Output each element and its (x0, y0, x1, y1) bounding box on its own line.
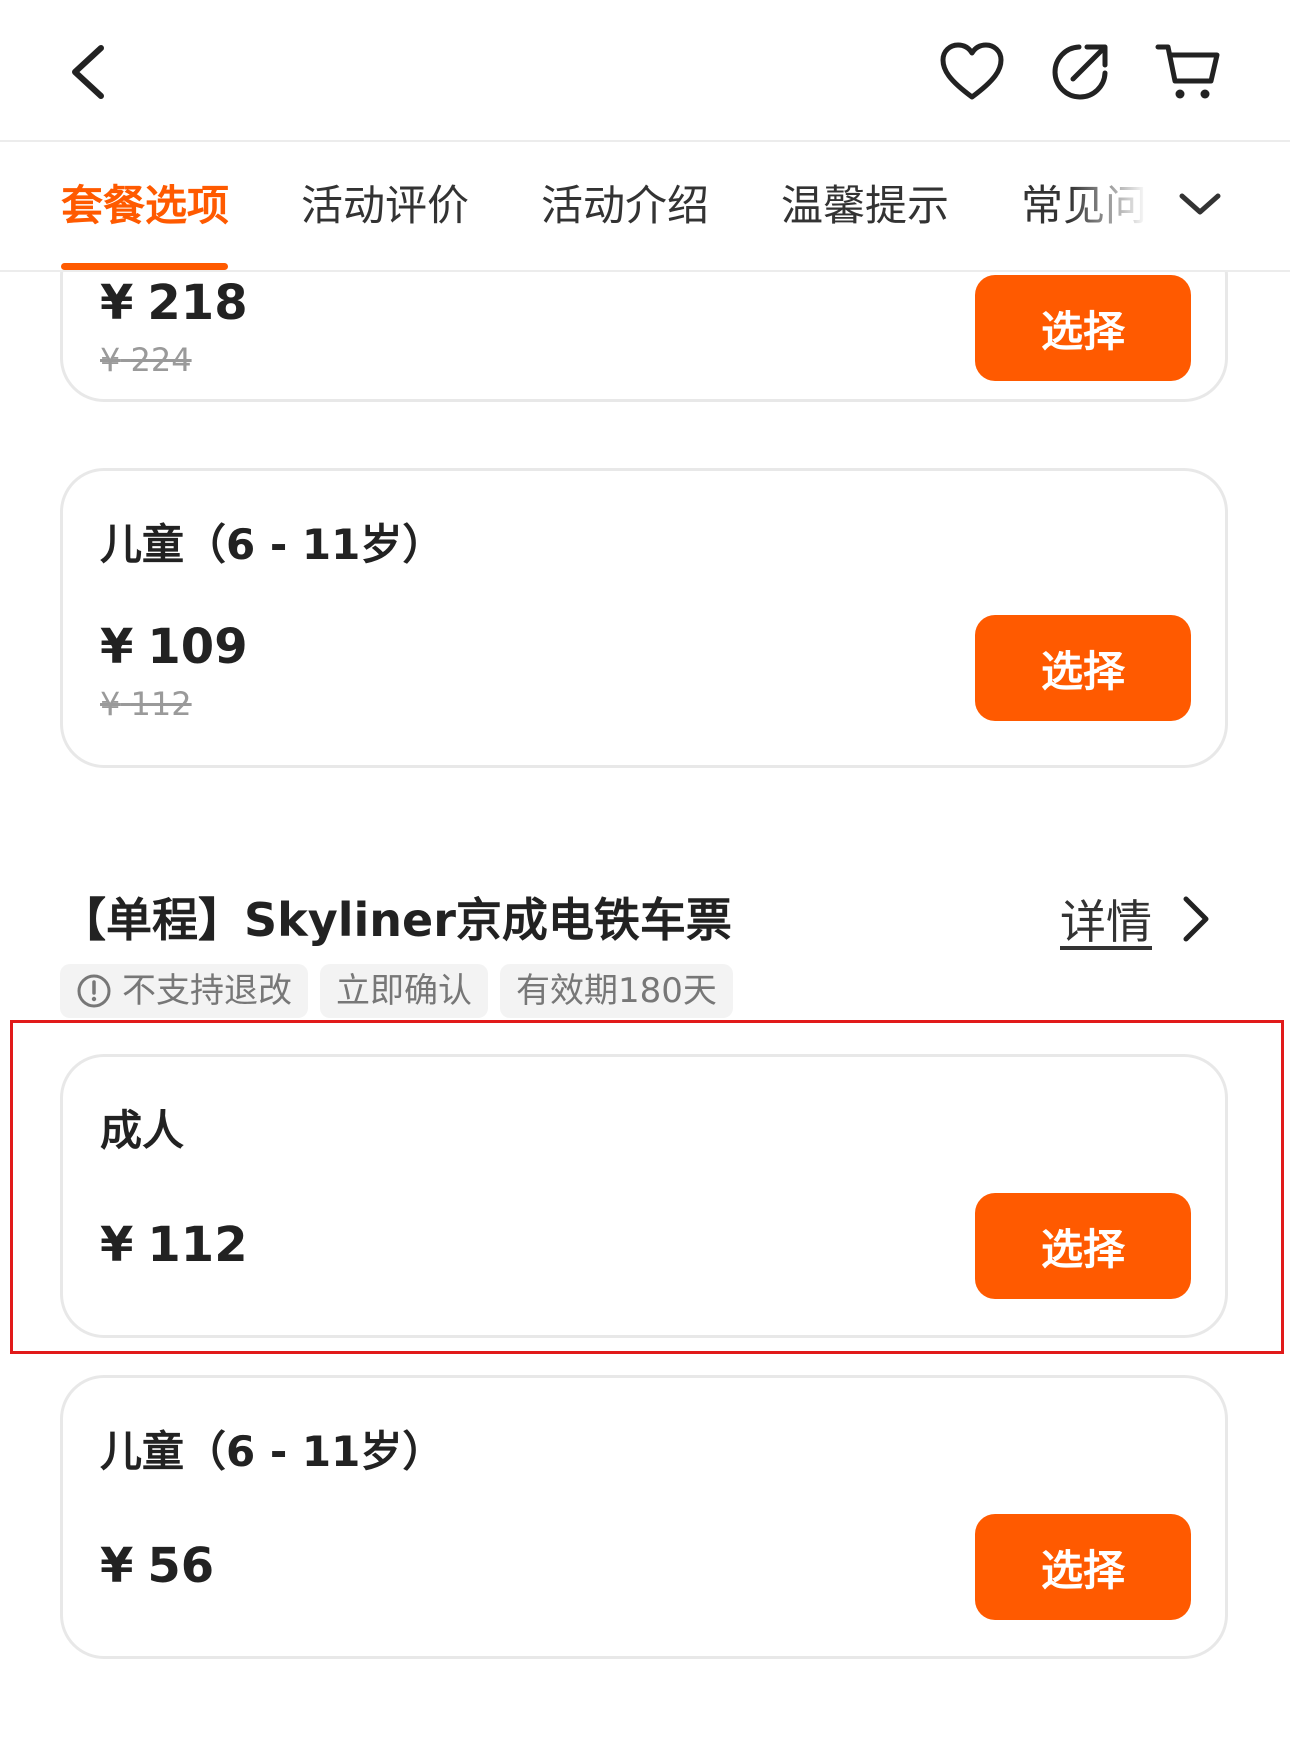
tag-label: 不支持退改 (122, 971, 292, 1011)
details-label: 详情 (1060, 895, 1152, 949)
tab-package-options[interactable]: 套餐选项 (61, 176, 229, 236)
original-price-value: 112 (130, 685, 192, 723)
original-price: ¥ 112 (100, 685, 192, 723)
ticket-type-label: 儿童（6 - 11岁） (100, 1427, 445, 1476)
select-button[interactable]: 选择 (975, 615, 1191, 721)
active-tab-indicator (61, 263, 228, 270)
price-value: 109 (147, 619, 248, 675)
price: ¥109 (100, 619, 248, 675)
share-button[interactable] (1040, 32, 1120, 112)
price: ¥112 (100, 1217, 248, 1273)
original-price-value: 224 (130, 341, 192, 379)
details-link[interactable]: 详情 (1060, 886, 1216, 952)
tab-tips[interactable]: 温馨提示 (781, 176, 949, 236)
ticket-card: 儿童（6 - 11岁） ¥56 选择 (60, 1375, 1228, 1659)
price-value: 56 (147, 1538, 215, 1594)
currency-symbol: ¥ (100, 341, 121, 379)
price-value: 112 (147, 1217, 248, 1273)
tab-bar: 套餐选项 活动评价 活动介绍 温馨提示 常见问 (0, 142, 1290, 272)
currency-symbol: ¥ (100, 1217, 134, 1273)
ticket-card: ¥218 ¥ 224 选择 (60, 272, 1228, 402)
currency-symbol: ¥ (100, 619, 134, 675)
tag-validity: 有效期180天 (500, 964, 733, 1018)
currency-symbol: ¥ (100, 275, 134, 331)
back-button[interactable] (48, 32, 128, 112)
tag-label: 有效期180天 (516, 971, 717, 1011)
price-value: 218 (147, 275, 248, 331)
original-price: ¥ 224 (100, 341, 192, 379)
ticket-type-label: 儿童（6 - 11岁） (100, 520, 445, 569)
page: 套餐选项 活动评价 活动介绍 温馨提示 常见问 ¥218 ¥ 224 选择 儿童… (0, 0, 1290, 1763)
tag-label: 立即确认 (336, 971, 472, 1011)
favorite-button[interactable] (932, 32, 1012, 112)
tab-introduction[interactable]: 活动介绍 (541, 176, 709, 236)
info-icon (77, 974, 111, 1008)
tab-more-button[interactable] (1160, 164, 1240, 244)
ticket-type-label: 成人 (100, 1106, 185, 1155)
price: ¥56 (100, 1538, 214, 1594)
ticket-card: 成人 ¥112 选择 (60, 1054, 1228, 1338)
package-title: 【单程】Skyliner京成电铁车票 (60, 893, 732, 947)
currency-symbol: ¥ (100, 1538, 134, 1594)
chevron-left-icon (72, 45, 104, 99)
package-tags: 不支持退改 立即确认 有效期180天 (60, 964, 733, 1018)
heart-icon (940, 42, 1004, 100)
select-button[interactable]: 选择 (975, 1193, 1191, 1299)
ticket-card: 儿童（6 - 11岁） ¥109 ¥ 112 选择 (60, 468, 1228, 768)
price: ¥218 (100, 275, 248, 331)
currency-symbol: ¥ (100, 685, 121, 723)
cart-button[interactable] (1148, 32, 1228, 112)
share-icon (1052, 44, 1108, 100)
chevron-down-icon (1179, 193, 1221, 215)
select-button[interactable]: 选择 (975, 1514, 1191, 1620)
select-button[interactable]: 选择 (975, 275, 1191, 381)
tag-instant-confirm: 立即确认 (320, 964, 488, 1018)
content-area: ¥218 ¥ 224 选择 儿童（6 - 11岁） ¥109 ¥ 112 选择 … (0, 272, 1290, 1763)
top-bar (0, 0, 1290, 142)
tag-no-refund: 不支持退改 (60, 964, 308, 1018)
tab-reviews[interactable]: 活动评价 (301, 176, 469, 236)
cart-icon (1155, 44, 1220, 99)
chevron-right-icon (1183, 896, 1209, 942)
